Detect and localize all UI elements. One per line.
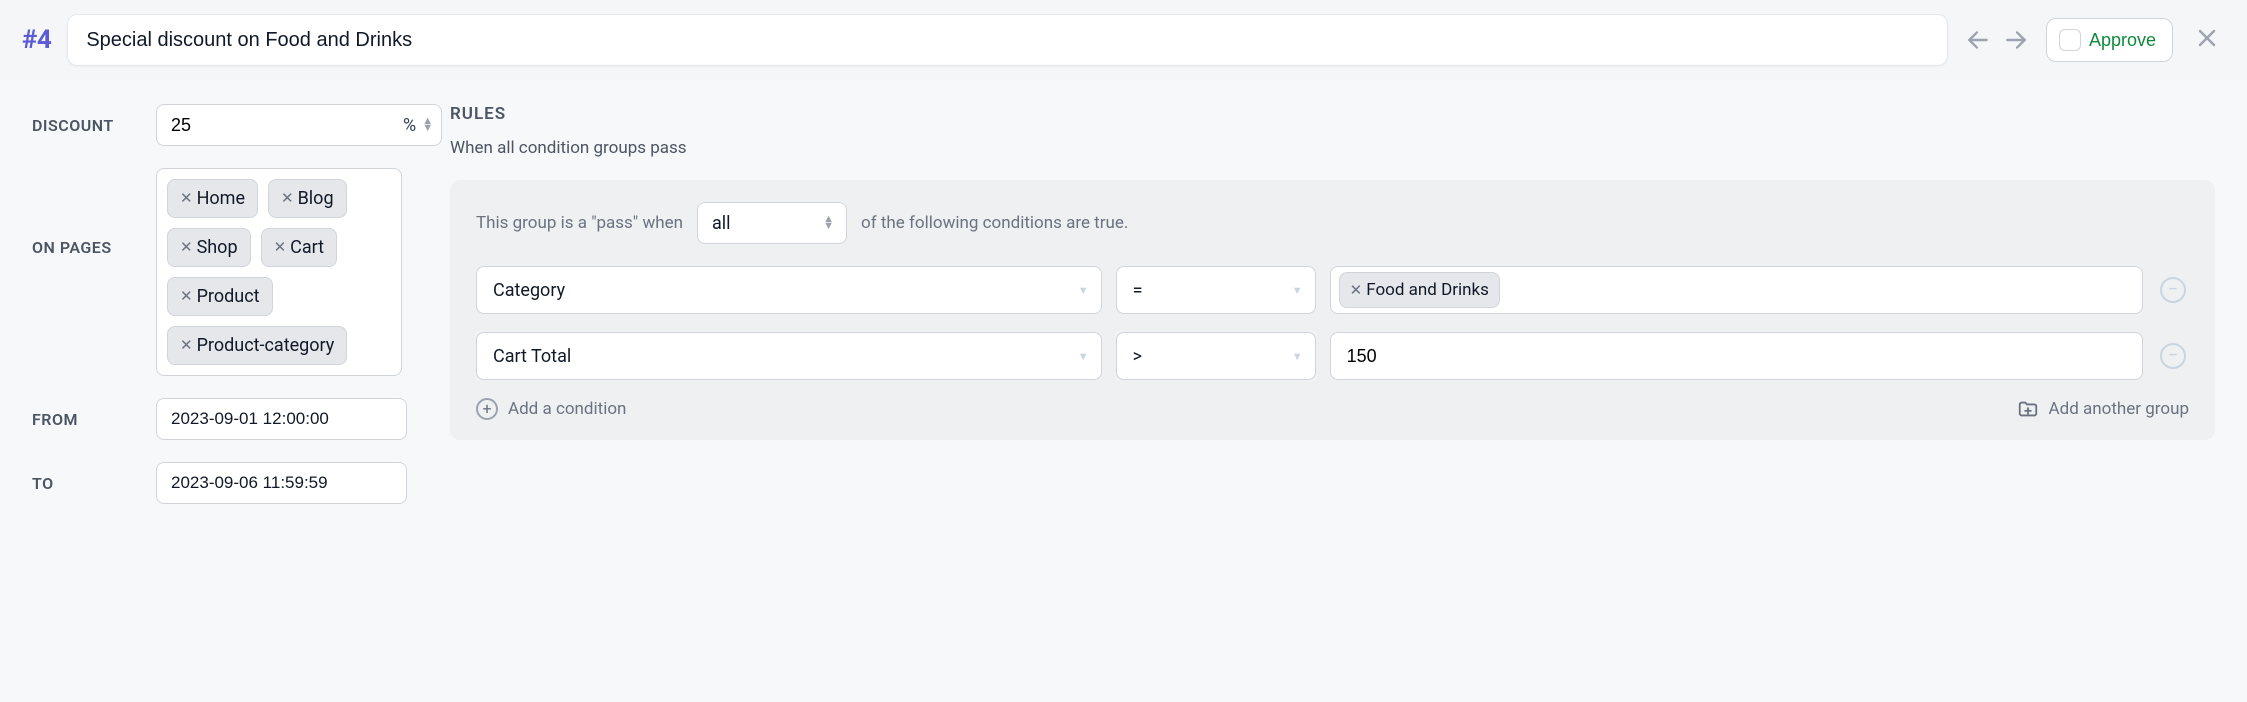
record-id: #4 xyxy=(22,25,51,55)
discount-input[interactable] xyxy=(171,115,403,136)
remove-tag-icon[interactable]: ✕ xyxy=(1350,283,1363,298)
add-group-button[interactable]: Add another group xyxy=(2017,398,2189,420)
discount-label: DISCOUNT xyxy=(32,116,140,135)
page-tag-cart[interactable]: ✕Cart xyxy=(261,228,338,267)
prev-arrow-icon[interactable] xyxy=(1964,26,1992,54)
condition-value-input[interactable] xyxy=(1339,346,2134,367)
remove-tag-icon[interactable]: ✕ xyxy=(281,191,294,206)
remove-tag-icon[interactable]: ✕ xyxy=(180,338,193,353)
to-label: TO xyxy=(32,474,140,493)
page-tag-shop[interactable]: ✕Shop xyxy=(167,228,251,267)
next-arrow-icon[interactable] xyxy=(2002,26,2030,54)
close-icon[interactable] xyxy=(2189,20,2225,61)
pages-label: ON PAGES xyxy=(32,168,140,257)
group-suffix-text: of the following conditions are true. xyxy=(861,213,1128,233)
approve-checkbox-icon xyxy=(2059,29,2081,51)
discount-unit: % xyxy=(403,115,416,136)
condition-field-select[interactable]: Category ▼ xyxy=(476,266,1102,314)
remove-tag-icon[interactable]: ✕ xyxy=(180,191,193,206)
page-tag-product[interactable]: ✕Product xyxy=(167,277,273,316)
condition-value-box[interactable]: ✕ Food and Drinks xyxy=(1330,266,2143,314)
remove-condition-icon[interactable]: − xyxy=(2160,277,2186,303)
group-mode-select[interactable]: all ▲▼ xyxy=(697,202,847,244)
from-input[interactable] xyxy=(156,398,407,440)
page-tag-product-category[interactable]: ✕Product-category xyxy=(167,326,347,365)
chevron-updown-icon: ▲▼ xyxy=(823,216,834,229)
pages-tagbox[interactable]: ✕Home ✕Blog ✕Shop ✕Cart ✕Product ✕Produc… xyxy=(156,168,402,376)
rules-title: RULES xyxy=(450,104,2215,124)
triangle-down-icon: ▼ xyxy=(1292,350,1303,363)
discount-field[interactable]: % ▲▼ xyxy=(156,104,442,146)
discount-stepper[interactable]: ▲▼ xyxy=(422,118,433,131)
condition-op-select[interactable]: = ▼ xyxy=(1116,266,1316,314)
page-tag-blog[interactable]: ✕Blog xyxy=(268,179,347,218)
triangle-down-icon: ▼ xyxy=(1292,284,1303,297)
approve-label: Approve xyxy=(2089,30,2156,51)
from-label: FROM xyxy=(32,410,140,429)
page-tag-home[interactable]: ✕Home xyxy=(167,179,258,218)
triangle-down-icon: ▼ xyxy=(1078,284,1089,297)
remove-tag-icon[interactable]: ✕ xyxy=(274,240,287,255)
condition-value-box[interactable] xyxy=(1330,332,2143,380)
remove-condition-icon[interactable]: − xyxy=(2160,343,2186,369)
approve-button[interactable]: Approve xyxy=(2046,18,2173,62)
condition-row: Cart Total ▼ > ▼ − xyxy=(476,332,2189,380)
remove-tag-icon[interactable]: ✕ xyxy=(180,240,193,255)
remove-tag-icon[interactable]: ✕ xyxy=(180,289,193,304)
condition-op-select[interactable]: > ▼ xyxy=(1116,332,1316,380)
plus-circle-icon: + xyxy=(476,398,498,420)
triangle-down-icon: ▼ xyxy=(1078,350,1089,363)
value-tag[interactable]: ✕ Food and Drinks xyxy=(1339,272,1500,308)
condition-row: Category ▼ = ▼ ✕ Food and Drinks − xyxy=(476,266,2189,314)
title-input[interactable] xyxy=(67,14,1948,66)
group-prefix-text: This group is a "pass" when xyxy=(476,213,683,233)
condition-group: This group is a "pass" when all ▲▼ of th… xyxy=(450,180,2215,440)
to-input[interactable] xyxy=(156,462,407,504)
rules-subtitle: When all condition groups pass xyxy=(450,138,2215,158)
condition-field-select[interactable]: Cart Total ▼ xyxy=(476,332,1102,380)
folder-plus-icon xyxy=(2017,398,2039,420)
add-condition-button[interactable]: + Add a condition xyxy=(476,398,626,420)
